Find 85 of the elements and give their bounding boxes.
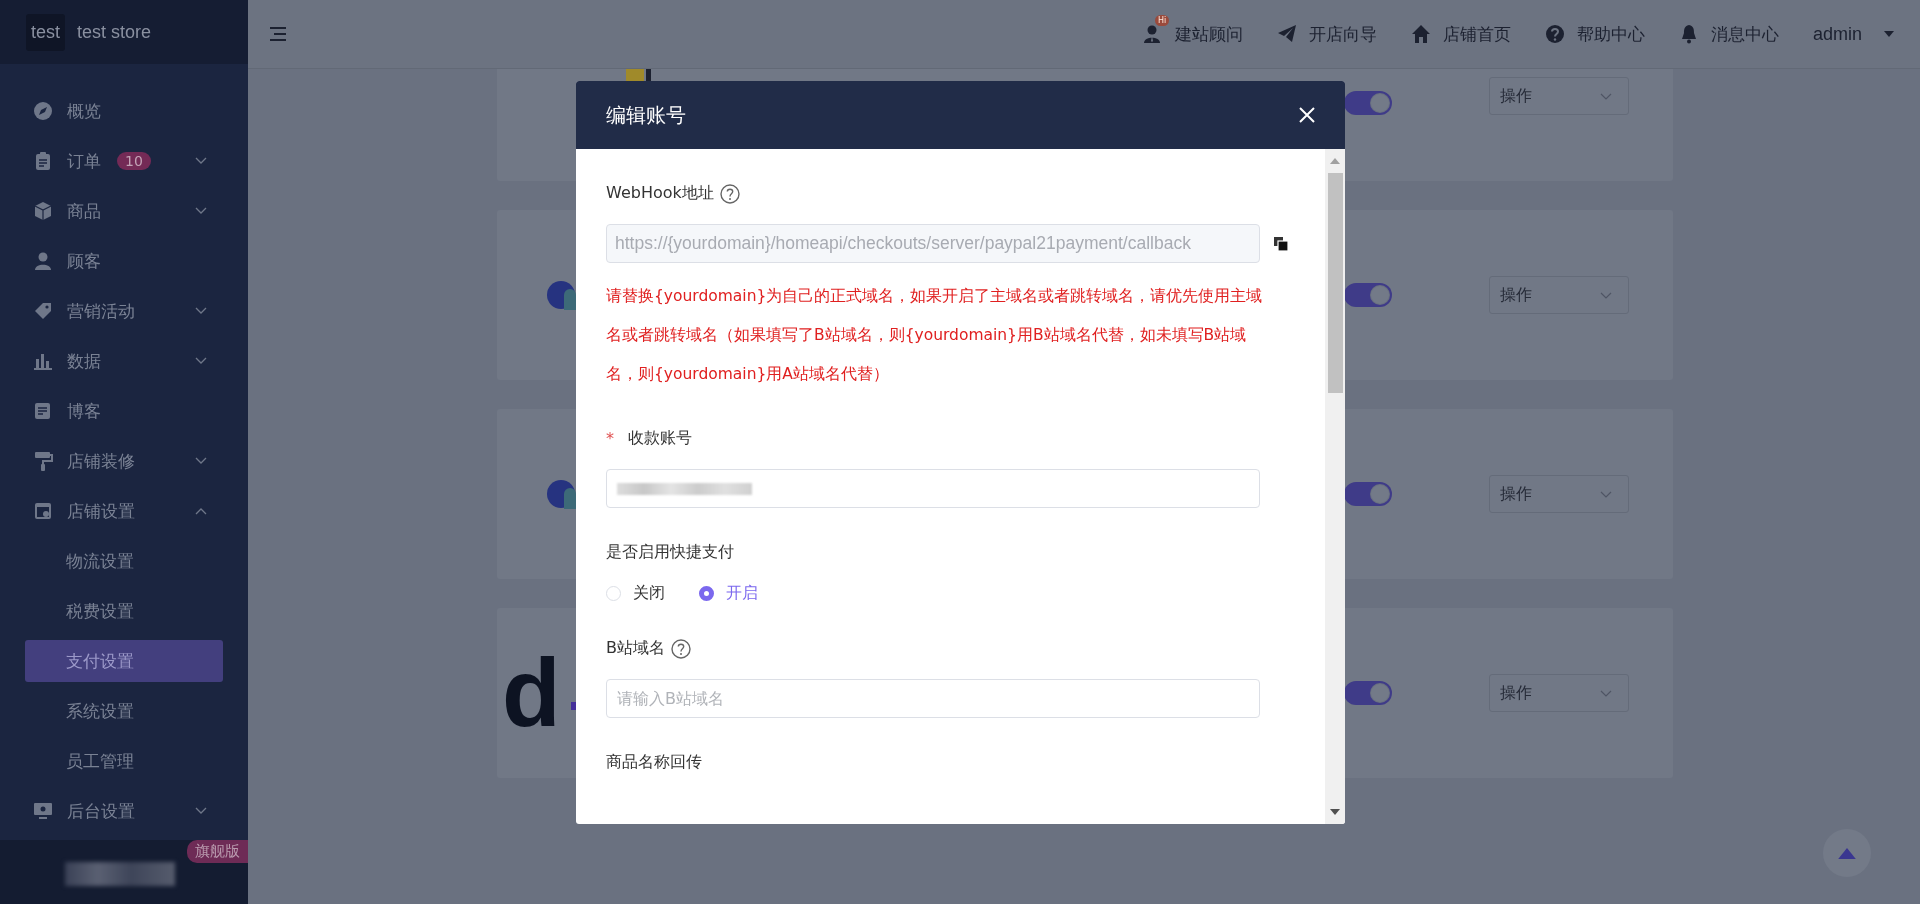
- top-nav-link[interactable]: 开店向导: [1276, 12, 1377, 56]
- field-label: WebHook地址: [606, 183, 714, 204]
- warning-text: 请替换{yourdomain}为自己的正式域名，如果开启了主域名或者跳转域名，请优先使用主域名或者跳转域名（如果填写了B站域名，则{yourdomain}用B站域名代替，如未填写B站域名，则{yourdomain}用A站域名代替）: [606, 286, 1264, 385]
- field-label: 收款账号: [628, 428, 692, 449]
- action-dropdown[interactable]: 操作: [1489, 77, 1629, 115]
- sidebar-item[interactable]: 商品: [25, 190, 223, 232]
- clipboard-icon: [33, 151, 53, 171]
- sidebar-subitem[interactable]: 支付设置: [25, 640, 223, 682]
- person-icon: [33, 251, 53, 271]
- sidebar-item[interactable]: 订单 10: [25, 140, 223, 182]
- toggle-switch[interactable]: [1344, 482, 1392, 506]
- help-icon: [1544, 24, 1565, 44]
- action-dropdown[interactable]: 操作: [1489, 475, 1629, 513]
- sidebar-item[interactable]: 顾客: [25, 240, 223, 282]
- chevron-icon: [1600, 689, 1612, 697]
- help-icon[interactable]: [671, 638, 691, 659]
- top-nav-link[interactable]: 店铺首页: [1410, 12, 1511, 56]
- paper-plane-icon: [1276, 24, 1297, 44]
- sidebar-item[interactable]: 数据: [25, 340, 223, 382]
- webhook-url-field[interactable]: https://{yourdomain}/homeapi/checkouts/server/paypal21payment/callback: [606, 224, 1260, 263]
- document-icon: [33, 401, 53, 421]
- sidebar-item[interactable]: 博客: [25, 390, 223, 432]
- advisor-icon: [1142, 24, 1163, 44]
- paint-roller-icon: [33, 451, 53, 471]
- compass-icon: [33, 101, 53, 121]
- menu-icon[interactable]: [270, 27, 286, 41]
- chevron-icon: [195, 207, 207, 215]
- field-label: 商品名称回传: [606, 752, 702, 773]
- plan-badge: 旗舰版: [187, 840, 248, 863]
- chevron-icon: [195, 357, 207, 365]
- store-name: test store: [77, 21, 152, 43]
- close-icon[interactable]: [1299, 107, 1315, 123]
- sidebar-subitem[interactable]: 员工管理: [25, 740, 223, 782]
- storefront-icon: [33, 501, 53, 521]
- notification-badge: Hi: [1154, 15, 1170, 26]
- toggle-switch[interactable]: [1344, 283, 1392, 307]
- sidebar-item[interactable]: 营销活动: [25, 290, 223, 332]
- sidebar-subitem[interactable]: 物流设置: [25, 540, 223, 582]
- field-label: 是否启用快捷支付: [606, 542, 734, 563]
- scroll-down-icon[interactable]: [1330, 809, 1340, 815]
- sidebar-item[interactable]: 后台设置: [25, 790, 223, 832]
- scrollbar[interactable]: [1325, 149, 1345, 824]
- top-nav-link[interactable]: 消息中心: [1678, 12, 1779, 56]
- store-logo: test: [26, 13, 65, 51]
- action-dropdown[interactable]: 操作: [1489, 674, 1629, 712]
- toggle-switch[interactable]: [1344, 91, 1392, 115]
- sidebar-item[interactable]: 概览: [25, 90, 223, 132]
- chevron-icon: [1600, 490, 1612, 498]
- chevron-icon: [195, 807, 207, 815]
- copy-icon[interactable]: [1274, 236, 1288, 251]
- tag-icon: [33, 301, 53, 321]
- radio-option[interactable]: 开启: [699, 583, 758, 604]
- help-icon[interactable]: [719, 183, 740, 204]
- sidebar-subitem[interactable]: 税费设置: [25, 590, 223, 632]
- toggle-switch[interactable]: [1344, 681, 1392, 705]
- sidebar-subitem[interactable]: 系统设置: [25, 690, 223, 732]
- chevron-icon: [1600, 92, 1612, 100]
- field-label: B站域名: [606, 638, 665, 659]
- logo-icon: [546, 280, 576, 310]
- logo-text: d: [502, 645, 561, 741]
- logo-icon: [546, 479, 576, 509]
- box-icon: [33, 201, 53, 221]
- user-menu[interactable]: admin: [1812, 13, 1894, 55]
- chevron-icon: [195, 157, 207, 165]
- chevron-icon: [195, 457, 207, 465]
- scrollbar-thumb[interactable]: [1327, 173, 1343, 393]
- chevron-icon: [1600, 291, 1612, 299]
- chevron-icon: [195, 507, 207, 515]
- monitor-icon: [33, 801, 53, 821]
- home-icon: [1410, 24, 1431, 44]
- order-count-badge: 10: [117, 152, 151, 170]
- bar-chart-icon: [33, 351, 53, 371]
- domain-input-field[interactable]: 请输入B站域名: [606, 679, 1260, 718]
- triangle-up-icon: [1838, 847, 1856, 859]
- action-dropdown[interactable]: 操作: [1489, 276, 1629, 314]
- top-nav-link[interactable]: 帮助中心: [1544, 12, 1645, 56]
- sidebar-item[interactable]: 店铺装修: [25, 440, 223, 482]
- chevron-icon: [195, 307, 207, 315]
- caret-icon: [1884, 31, 1894, 37]
- account-input-field[interactable]: [606, 469, 1260, 508]
- dialog-title: 编辑账号: [606, 101, 686, 129]
- required-mark: *: [606, 429, 614, 448]
- radio-option[interactable]: 关闭: [606, 583, 665, 604]
- sidebar-item[interactable]: 店铺设置: [25, 490, 223, 532]
- top-nav-link[interactable]: Hi 建站顾问: [1142, 12, 1243, 56]
